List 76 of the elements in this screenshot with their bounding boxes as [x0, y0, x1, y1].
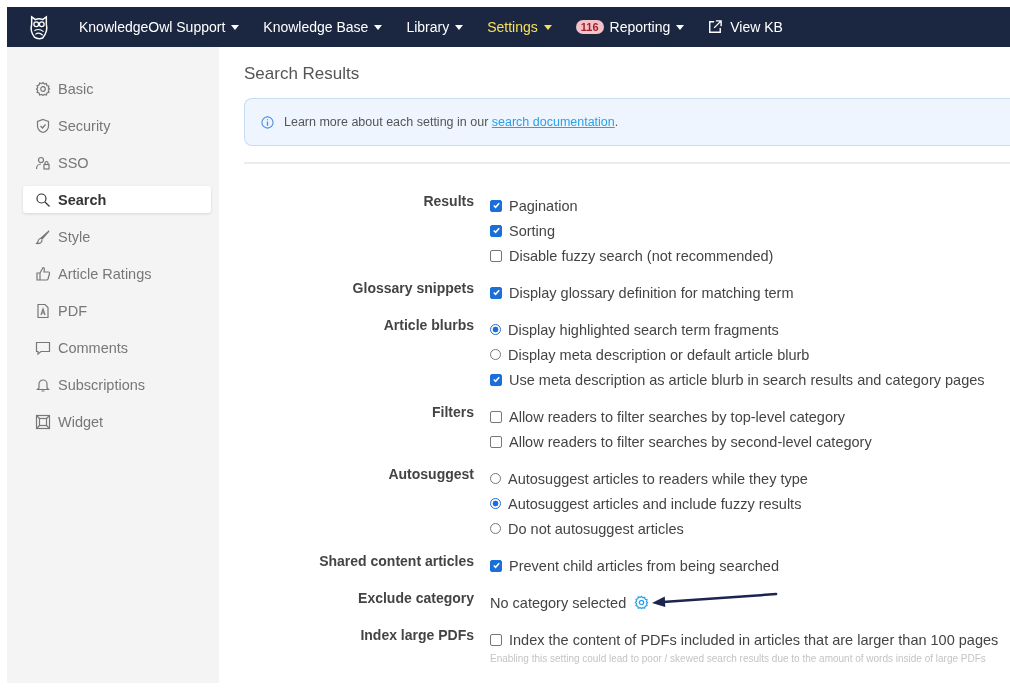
radio-button[interactable]	[490, 349, 501, 360]
radio-button[interactable]	[490, 523, 501, 534]
checkbox[interactable]	[490, 559, 502, 572]
radio-button[interactable]	[490, 498, 501, 509]
sidebar-item[interactable]: Comments	[23, 334, 211, 361]
setting-label: Shared content articles	[318, 552, 474, 571]
sidebar-item[interactable]: Article Ratings	[23, 260, 211, 287]
checkbox[interactable]	[490, 286, 502, 299]
nav-menu-item[interactable]: Settings	[487, 19, 552, 35]
checkbox[interactable]	[490, 633, 502, 646]
checkbox-label: Index the content of PDFs included in articles that are larger than 100 pages	[509, 631, 999, 648]
setting-value: No category selected	[490, 594, 627, 611]
setting-label: Autosuggest	[387, 465, 474, 484]
radio-label: Autosuggest articles and include fuzzy results	[508, 495, 802, 512]
widget-frame-icon	[35, 413, 51, 430]
radio-label: Display meta description or default article blurb	[508, 346, 810, 363]
page-title: Search Results	[244, 64, 361, 84]
caret-icon	[374, 24, 383, 30]
bell-icon	[35, 376, 51, 393]
setting-label: Exclude category	[357, 589, 474, 608]
radio-button[interactable]	[490, 324, 501, 335]
checkbox-label: Use meta description as article blurb in search results and category pages	[509, 371, 985, 388]
user-lock-icon	[35, 154, 51, 171]
radio-label: Do not autosuggest articles	[508, 520, 684, 537]
checkbox-label: Sorting	[509, 222, 555, 239]
shield-icon	[35, 117, 51, 134]
checkbox-label: Display glossary definition for matching term	[509, 284, 794, 301]
nav-menu-item[interactable]: View KB	[708, 19, 783, 35]
caret-icon	[676, 24, 685, 30]
sidebar-item[interactable]: PDF	[23, 297, 211, 324]
checkbox-label: Allow readers to filter searches by second-level category	[509, 433, 872, 450]
sidebar-item[interactable]: Basic	[23, 75, 211, 102]
setting-label: Article blurbs	[382, 316, 474, 335]
nav-menu-item[interactable]: 116 Reporting	[575, 19, 685, 35]
gear-icon	[35, 80, 51, 97]
setting-label: Results	[422, 192, 474, 211]
checkbox-label: Allow readers to filter searches by top-level category	[509, 408, 846, 425]
sidebar-item[interactable]: Widget	[23, 408, 211, 435]
caret-icon	[231, 24, 240, 30]
checkbox-label: Pagination	[509, 197, 578, 214]
info-icon	[261, 115, 274, 129]
sidebar-item[interactable]: Search	[23, 186, 211, 213]
settings-icon[interactable]	[634, 595, 650, 610]
documentation-link[interactable]: search documentation	[491, 115, 615, 129]
checkbox[interactable]	[490, 410, 502, 423]
nav-menu-item[interactable]: Knowledge Base	[263, 19, 383, 35]
brush-icon	[35, 228, 51, 245]
search-icon	[35, 191, 51, 208]
sidebar-item[interactable]: SSO	[23, 149, 211, 176]
count-badge: 116	[575, 20, 604, 34]
setting-label: Glossary snippets	[351, 279, 474, 298]
checkbox[interactable]	[490, 373, 502, 386]
checkbox-label: Prevent child articles from being searched	[509, 557, 779, 574]
caret-icon	[455, 24, 464, 30]
thumbs-up-icon	[35, 265, 51, 282]
sidebar-item[interactable]: Security	[23, 112, 211, 139]
checkbox[interactable]	[490, 249, 502, 262]
setting-label: Index large PDFs	[359, 626, 474, 645]
setting-label: Filters	[431, 403, 474, 422]
checkbox-label: Disable fuzzy search (not recommended)	[509, 247, 774, 264]
external-link-icon	[708, 20, 723, 34]
radio-button[interactable]	[490, 473, 501, 484]
radio-label: Autosuggest articles to readers while they type	[508, 470, 808, 487]
nav-menu-item[interactable]: Library	[406, 19, 464, 35]
radio-label: Display highlighted search term fragments	[508, 321, 779, 338]
sidebar-item[interactable]: Style	[23, 223, 211, 250]
owl-logo-icon[interactable]	[28, 13, 50, 41]
speech-bubble-icon	[35, 339, 51, 356]
sidebar-item[interactable]: Subscriptions	[23, 371, 211, 398]
caret-icon	[543, 24, 552, 30]
checkbox[interactable]	[490, 199, 502, 212]
checkbox[interactable]	[490, 224, 502, 237]
info-text: Learn more about each setting in our search documentation.	[284, 115, 619, 129]
nav-menu-item[interactable]: KnowledgeOwl Support	[79, 19, 240, 35]
pdf-file-icon	[35, 302, 51, 319]
checkbox[interactable]	[490, 435, 502, 448]
